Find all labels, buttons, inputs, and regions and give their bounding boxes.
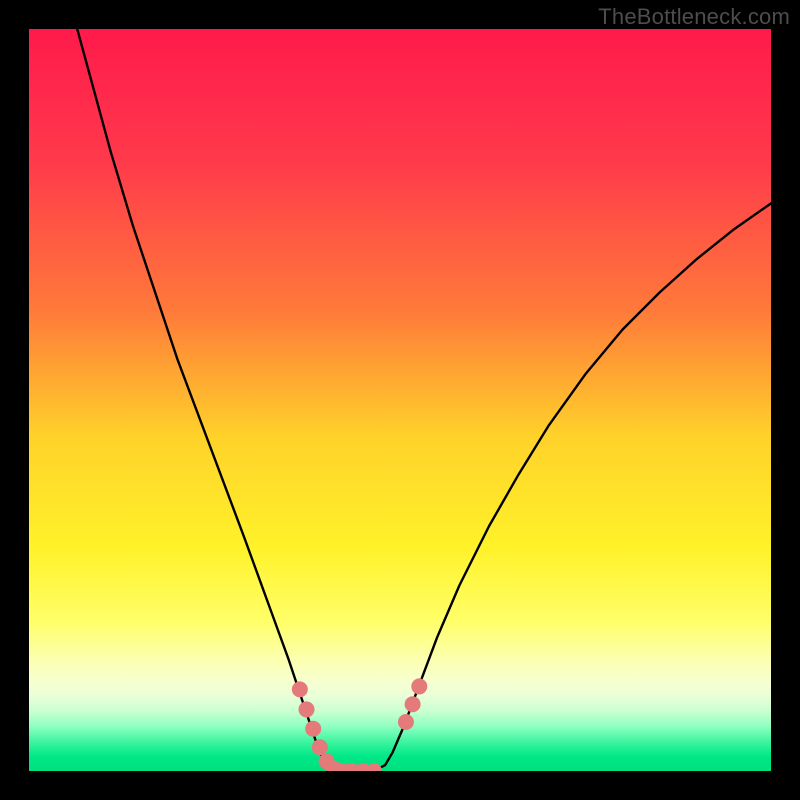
marker-dot — [411, 678, 427, 694]
marker-dot — [344, 763, 360, 771]
marker-dot — [319, 753, 335, 769]
marker-dot — [312, 739, 328, 755]
marker-dot — [398, 714, 414, 730]
plot-area — [29, 29, 771, 771]
marker-dot — [292, 681, 308, 697]
curve-layer — [29, 29, 771, 771]
marker-dot — [305, 721, 321, 737]
watermark-text: TheBottleneck.com — [598, 4, 790, 30]
marker-dot — [326, 761, 342, 771]
marker-dot — [299, 701, 315, 717]
bottleneck-curve — [77, 29, 771, 771]
marker-dot — [366, 763, 382, 771]
marker-dot — [355, 763, 371, 771]
chart-frame: TheBottleneck.com — [0, 0, 800, 800]
marker-dot — [334, 763, 350, 771]
marker-dot — [405, 696, 421, 712]
